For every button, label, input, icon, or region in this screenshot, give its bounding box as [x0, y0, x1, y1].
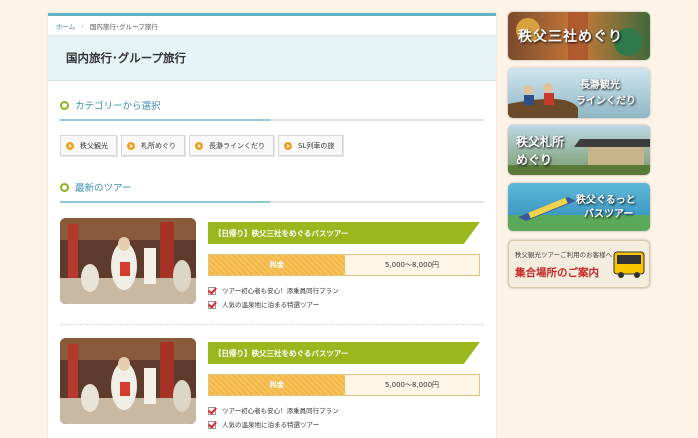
banner-text-line1: 秩父札所: [516, 135, 565, 149]
category-label: 秩父観光: [80, 141, 108, 150]
arrow-icon: [66, 141, 74, 150]
tour-card[interactable]: 【日帰り】秩父三社をめぐるバスツアー 料金 5,000～8,000円 ツアー初心…: [60, 338, 484, 438]
checkbox-icon: [208, 301, 216, 309]
price-value: 5,000～8,000円: [345, 375, 479, 395]
tour-notes: ツアー初心者も安心！添乗員同行プラン 人気の温泉地に泊まる特選ツアー: [208, 404, 339, 432]
breadcrumb-separator: ›: [81, 21, 84, 30]
bullet-icon: [60, 100, 69, 110]
price-row: 料金 5,000～8,000円: [208, 374, 480, 396]
category-label: 札所めぐり: [141, 141, 176, 150]
checkbox-icon: [208, 421, 216, 429]
note-item: 人気の温泉地に泊まる特選ツアー: [208, 418, 339, 432]
tour-title[interactable]: 【日帰り】秩父三社をめぐるバスツアー: [208, 342, 480, 364]
category-label: 長瀞ラインくだり: [209, 141, 265, 150]
main-content: ホーム › 国内旅行･グループ旅行 国内旅行･グループ旅行 カテゴリーから選択 …: [48, 13, 496, 438]
category-heading: カテゴリーから選択: [60, 97, 484, 113]
banner-text-line2: ラインくだり: [576, 96, 636, 107]
category-button-sl[interactable]: SL列車の旅: [278, 135, 344, 156]
note-item: ツアー初心者も安心！添乗員同行プラン: [208, 284, 339, 298]
tour-heading-text: 最新のツアー: [75, 183, 132, 194]
tour-photo[interactable]: [60, 338, 196, 424]
note-text: ツアー初心者も安心！添乗員同行プラン: [222, 407, 339, 415]
tour-title[interactable]: 【日帰り】秩父三社をめぐるバスツアー: [208, 222, 480, 244]
tour-section: 最新のツアー: [60, 179, 484, 203]
breadcrumb-home[interactable]: ホーム: [56, 21, 75, 31]
category-button-chichibu[interactable]: 秩父観光: [60, 135, 117, 156]
checkbox-icon: [208, 287, 216, 295]
heading-underline: [60, 201, 484, 203]
banner-nagatoro[interactable]: 長瀞観光 ラインくだり: [508, 68, 650, 118]
category-button-nagatoro[interactable]: 長瀞ラインくだり: [189, 135, 274, 156]
divider: [60, 324, 484, 325]
bullet-icon: [60, 182, 69, 192]
category-label: SL列車の旅: [298, 141, 335, 150]
breadcrumb-current: 国内旅行･グループ旅行: [89, 22, 158, 31]
note-text: 人気の温泉地に泊まる特選ツアー: [222, 301, 320, 309]
arrow-icon: [127, 141, 135, 150]
category-list: 秩父観光 札所めぐり 長瀞ラインくだり SL列車の旅: [60, 135, 484, 156]
banner-bustour[interactable]: 秩父ぐるっと バスツアー: [508, 183, 650, 231]
banner-fudasho[interactable]: 秩父札所 めぐり: [508, 125, 650, 175]
banner-meeting-point[interactable]: 秩父観光ツアーご利用のお客様へ 集合場所のご案内: [508, 240, 650, 288]
price-label: 料金: [209, 255, 345, 275]
note-item: 人気の温泉地に泊まる特選ツアー: [208, 298, 339, 312]
banner-text-line1: 秩父ぐるっと: [576, 195, 636, 206]
tour-notes: ツアー初心者も安心！添乗員同行プラン 人気の温泉地に泊まる特選ツアー: [208, 284, 339, 312]
heading-underline: [60, 119, 484, 121]
banner-text-line2: バスツアー: [584, 209, 634, 220]
banner-text-line2: めぐり: [516, 153, 553, 167]
price-value: 5,000～8,000円: [345, 255, 479, 275]
tour-heading: 最新のツアー: [60, 179, 484, 195]
note-text: ツアー初心者も安心！添乗員同行プラン: [222, 287, 339, 295]
note-text: 人気の温泉地に泊まる特選ツアー: [222, 421, 320, 429]
arrow-icon: [284, 141, 292, 150]
banner-text-line2: 集合場所のご案内: [515, 267, 599, 279]
note-item: ツアー初心者も安心！添乗員同行プラン: [208, 404, 339, 418]
category-button-fudasho[interactable]: 札所めぐり: [121, 135, 185, 156]
banner-text: 秩父三社めぐり: [518, 29, 623, 45]
price-label: 料金: [209, 375, 345, 395]
breadcrumb: ホーム › 国内旅行･グループ旅行: [48, 16, 496, 36]
tour-photo[interactable]: [60, 218, 196, 304]
price-row: 料金 5,000～8,000円: [208, 254, 480, 276]
tour-card[interactable]: 【日帰り】秩父三社をめぐるバスツアー 料金 5,000～8,000円 ツアー初心…: [60, 218, 484, 328]
festival-image: [60, 218, 196, 304]
category-section: カテゴリーから選択 秩父観光 札所めぐり 長瀞ラインくだり SL列車の旅: [60, 97, 484, 156]
bus-icon: [613, 251, 645, 278]
festival-image: [60, 338, 196, 424]
checkbox-icon: [208, 407, 216, 415]
banner-text-line1: 長瀞観光: [580, 80, 620, 91]
banner-text-line1: 秩父観光ツアーご利用のお客様へ: [515, 251, 613, 259]
banner-sansha[interactable]: 秩父三社めぐり: [508, 12, 650, 60]
arrow-icon: [195, 141, 203, 150]
category-heading-text: カテゴリーから選択: [75, 101, 161, 112]
page-title: 国内旅行･グループ旅行: [48, 36, 496, 81]
